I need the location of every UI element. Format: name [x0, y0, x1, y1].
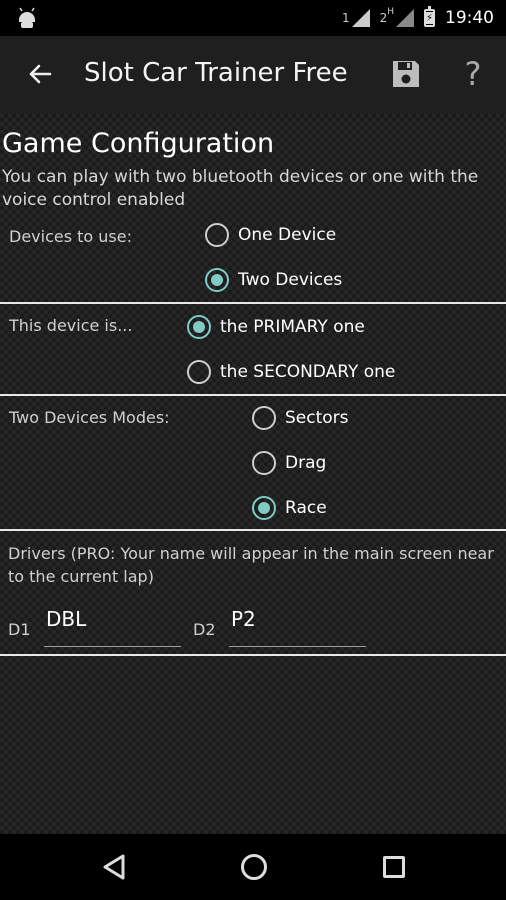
devices-label: Devices to use:	[9, 227, 132, 246]
driver2-label: D2	[193, 620, 216, 639]
status-time: 19:40	[445, 8, 494, 28]
modes-label: Two Devices Modes:	[9, 408, 170, 427]
sim2-network-type: H	[387, 7, 394, 17]
radio-two-devices[interactable]: Two Devices	[205, 268, 342, 292]
radio-unchecked-icon[interactable]	[252, 451, 276, 475]
driver1-name-input[interactable]: DBL	[44, 607, 181, 647]
divider	[0, 302, 506, 304]
driver2-name-input[interactable]: P2	[229, 607, 366, 647]
status-bar: 1 2 H ⚡ 19:40	[0, 0, 506, 36]
app-title: Slot Car Trainer Free	[84, 58, 348, 88]
radio-sectors[interactable]: Sectors	[252, 406, 349, 430]
drivers-label: Drivers (PRO: Your name will appear in t…	[8, 544, 494, 586]
navigation-bar	[0, 834, 506, 900]
divider	[0, 654, 506, 656]
android-debug-icon	[19, 7, 35, 28]
radio-secondary[interactable]: the SECONDARY one	[187, 360, 395, 384]
nav-back-icon[interactable]	[102, 854, 126, 880]
nav-home-icon[interactable]	[241, 854, 267, 880]
help-icon[interactable]: ?	[456, 54, 490, 94]
divider	[0, 529, 506, 531]
save-icon[interactable]	[388, 56, 424, 92]
config-description: You can play with two bluetooth devices …	[2, 167, 479, 210]
app-bar: Slot Car Trainer Free ?	[0, 36, 506, 115]
radio-label: Two Devices	[238, 270, 343, 290]
radio-checked-icon[interactable]	[187, 315, 211, 339]
radio-unchecked-icon[interactable]	[252, 406, 276, 430]
radio-unchecked-icon[interactable]	[205, 223, 229, 247]
radio-checked-icon[interactable]	[252, 496, 276, 520]
radio-one-device[interactable]: One Device	[205, 223, 336, 247]
game-configuration-panel: Game Configuration You can play with two…	[0, 114, 506, 834]
divider	[0, 394, 506, 396]
sim2-label: 2	[379, 11, 388, 25]
radio-drag[interactable]: Drag	[252, 451, 326, 475]
radio-checked-icon[interactable]	[205, 268, 229, 292]
radio-label: One Device	[238, 225, 337, 245]
radio-label: the PRIMARY one	[220, 317, 365, 337]
radio-label: Drag	[285, 453, 327, 473]
sim1-label: 1	[341, 11, 350, 25]
radio-race[interactable]: Race	[252, 496, 327, 520]
sim2-signal-icon: 2 H	[379, 7, 414, 27]
radio-label: the SECONDARY one	[220, 362, 396, 382]
device-role-label: This device is...	[9, 316, 133, 335]
page-title: Game Configuration	[2, 128, 275, 159]
driver1-label: D1	[8, 620, 31, 639]
back-arrow-icon[interactable]	[24, 58, 56, 90]
radio-label: Sectors	[285, 408, 349, 428]
radio-primary[interactable]: the PRIMARY one	[187, 315, 365, 339]
radio-unchecked-icon[interactable]	[187, 360, 211, 384]
sim1-signal-icon: 1	[342, 9, 370, 27]
radio-label: Race	[285, 498, 327, 518]
nav-recents-icon[interactable]	[383, 856, 405, 878]
battery-charging-icon: ⚡	[424, 6, 435, 27]
